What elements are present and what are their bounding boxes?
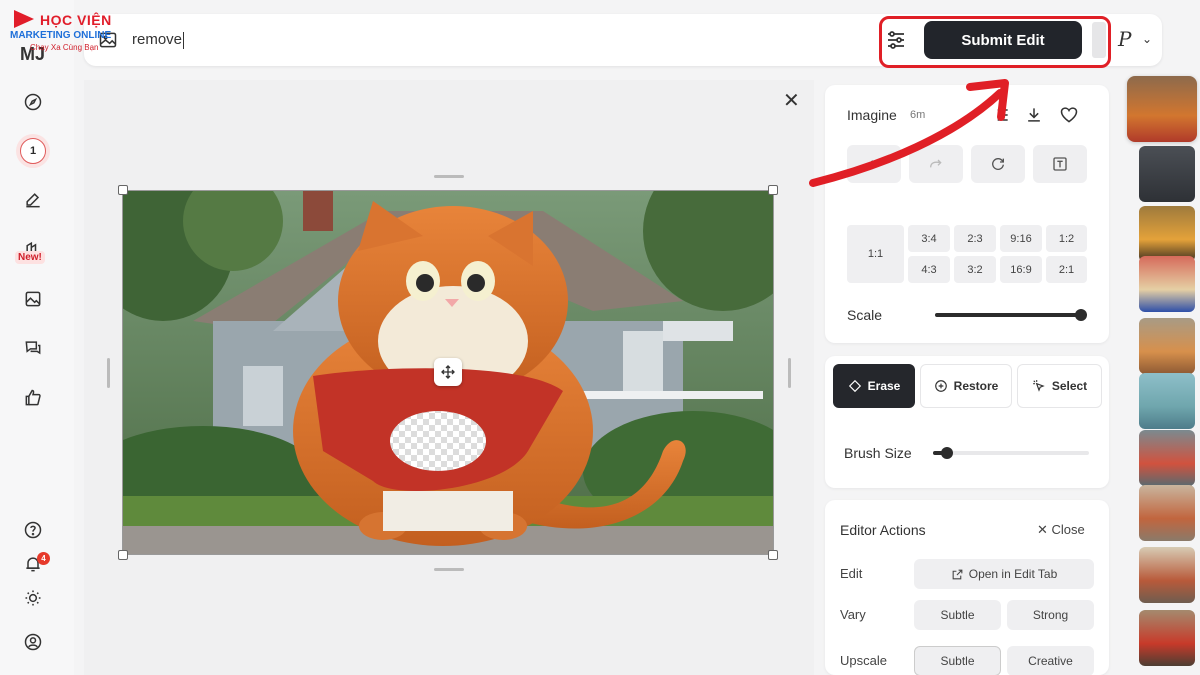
chat-icon [25,341,41,355]
heart-icon[interactable] [1059,105,1079,125]
right-edge-handle[interactable] [788,358,791,388]
profile-initial[interactable]: P [1118,27,1131,51]
scale-label: Scale [847,307,883,323]
sidebar-help-button[interactable] [17,514,49,546]
sidebar-theme-button[interactable] [17,582,49,614]
thumbnail-item[interactable] [1139,485,1195,541]
resize-handle-tl[interactable] [118,185,128,195]
ratio-2-1[interactable]: 2:1 [1046,256,1087,283]
move-icon[interactable] [434,358,462,386]
thumbnail-item[interactable] [1139,547,1195,603]
thumbnail-item[interactable] [1139,318,1195,374]
history-thumbnails [1122,70,1200,675]
thumbnail-item[interactable] [1127,76,1197,142]
highlight-box [879,16,1111,68]
brush-size-label: Brush Size [844,445,912,461]
play-logo-icon [14,10,34,28]
profile-icon [24,633,42,651]
thumbnail-item[interactable] [1139,206,1195,262]
close-icon: ✕ [1037,522,1052,537]
logo-line1: HỌC VIỆN [40,12,112,28]
left-edge-handle[interactable] [107,358,110,388]
scale-slider-knob[interactable] [1075,309,1087,321]
sidebar-create-button[interactable] [17,184,49,216]
sidebar-gallery-button[interactable] [17,283,49,315]
edit-row-label: Edit [840,566,863,581]
upscale-creative-button[interactable]: Creative [1007,646,1094,675]
new-badge: New! [15,251,45,264]
thumbs-up-icon [25,389,41,406]
edit-icon [26,193,40,208]
editor-actions-title: Editor Actions [840,522,926,538]
thumbnail-item[interactable] [1139,610,1195,666]
resize-handle-bl[interactable] [118,550,128,560]
logo-line2: MARKETING ONLINE [10,30,112,41]
text-tool-button[interactable] [1033,145,1087,183]
brush-size-knob[interactable] [941,447,953,459]
close-editor-icon[interactable]: ✕ [783,88,800,113]
sidebar: 1 New! 4 [0,0,74,675]
ratio-9-16[interactable]: 9:16 [1000,225,1042,252]
scale-slider[interactable] [935,313,1085,317]
vary-row-label: Vary [840,607,866,622]
compass-icon [24,93,42,111]
ratio-1-2[interactable]: 1:2 [1046,225,1087,252]
upscale-subtle-button[interactable]: Subtle [914,646,1001,675]
ratio-4-3[interactable]: 4:3 [908,256,950,283]
logo-line3: Chạy Xa Cùng Bạn [30,43,99,52]
ratio-3-4[interactable]: 3:4 [908,225,950,252]
brush-panel: Erase Restore Select Brush Size [825,356,1109,488]
chevron-down-icon[interactable]: ⌄ [1142,32,1152,46]
download-icon[interactable] [1024,105,1044,125]
editor-actions-panel: Editor Actions ✕ Close Edit Open in Edit… [825,500,1109,675]
aspect-ratio-grid: 1:1 3:4 2:3 9:16 1:2 4:3 3:2 16:9 2:1 [847,225,1087,283]
ratio-2-3[interactable]: 2:3 [954,225,996,252]
thumbnail-item[interactable] [1139,256,1195,312]
editor-actions-close-button[interactable]: ✕ Close [1037,522,1085,538]
resize-handle-br[interactable] [768,550,778,560]
ratio-1-1[interactable]: 1:1 [847,225,904,283]
image-icon [25,291,41,307]
annotation-arrow-icon [809,79,1009,187]
vary-subtle-button[interactable]: Subtle [914,600,1001,630]
top-edge-handle[interactable] [434,175,464,178]
external-link-icon [952,569,963,579]
brush-size-slider[interactable] [933,451,1089,455]
notification-count-badge: 4 [37,552,50,565]
ratio-16-9[interactable]: 16:9 [1000,256,1042,283]
resize-handle-tr[interactable] [768,185,778,195]
logo: HỌC VIỆN MARKETING ONLINE Chạy Xa Cùng B… [10,6,130,52]
thumbnail-item[interactable] [1139,373,1195,429]
sidebar-chat-button[interactable] [17,332,49,364]
open-edit-tab-button[interactable]: Open in Edit Tab [914,559,1094,589]
restore-button[interactable]: Restore [920,364,1012,408]
select-button[interactable]: Select [1017,364,1102,408]
bottom-edge-handle[interactable] [434,568,464,571]
cursor-select-icon [1032,380,1045,392]
text-icon [1053,157,1067,171]
upscale-row-label: Upscale [840,653,887,668]
ratio-3-2[interactable]: 3:2 [954,256,996,283]
thumbnail-item[interactable] [1139,430,1195,486]
sidebar-explore-button[interactable] [17,86,49,118]
plus-circle-icon [934,380,947,392]
erase-button[interactable]: Erase [833,364,915,408]
sun-icon [25,590,41,606]
prompt-input[interactable]: remove [132,31,185,49]
thumbnail-item[interactable] [1139,146,1195,202]
sidebar-profile-button[interactable] [17,626,49,658]
sidebar-count-badge[interactable]: 1 [20,138,46,164]
sidebar-rate-button[interactable] [17,382,49,414]
vary-strong-button[interactable]: Strong [1007,600,1094,630]
help-icon [24,521,42,539]
eraser-icon [848,379,861,393]
